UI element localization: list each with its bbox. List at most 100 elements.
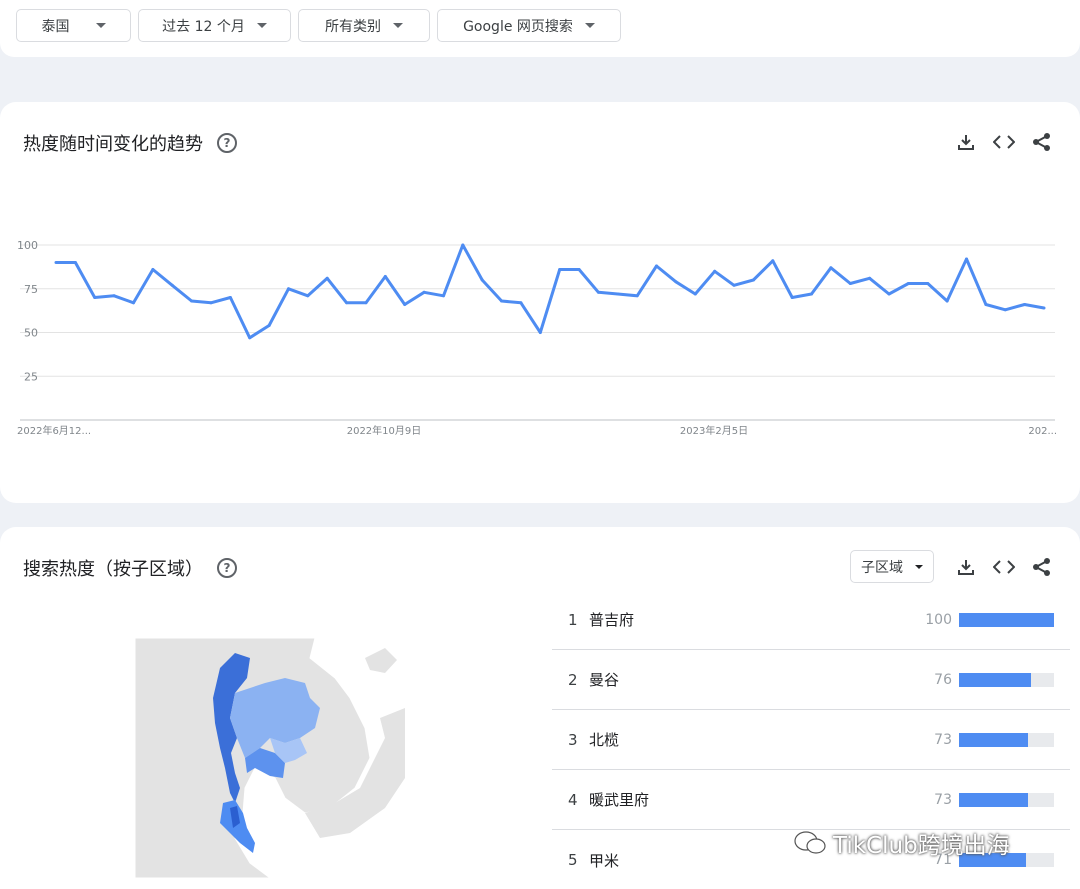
trend-point[interactable] xyxy=(248,336,252,340)
trend-point[interactable] xyxy=(461,243,465,247)
list-item[interactable]: 2 曼谷 76 xyxy=(552,650,1070,710)
trend-point[interactable] xyxy=(500,299,504,303)
trend-point[interactable] xyxy=(1042,306,1046,310)
trend-point[interactable] xyxy=(151,268,155,271)
trend-point[interactable] xyxy=(1023,303,1027,306)
list-item[interactable]: 1 普吉府 100 xyxy=(552,590,1070,650)
trend-point[interactable] xyxy=(790,296,794,299)
embed-code-icon[interactable] xyxy=(992,555,1016,579)
y-tick-label: 75 xyxy=(24,283,38,296)
region-filter[interactable]: 泰国 xyxy=(16,9,131,42)
value-bar xyxy=(959,612,1054,627)
list-item[interactable]: 3 北榄 73 xyxy=(552,710,1070,770)
trend-point[interactable] xyxy=(480,278,484,282)
y-tick-label: 50 xyxy=(24,327,38,340)
trend-point[interactable] xyxy=(209,301,213,305)
trend-series-line[interactable] xyxy=(56,243,1045,340)
trend-point[interactable] xyxy=(596,290,600,294)
value-bar xyxy=(959,732,1054,747)
trend-point[interactable] xyxy=(558,268,562,271)
trend-point[interactable] xyxy=(306,294,310,298)
trend-point[interactable] xyxy=(190,299,194,303)
region-name[interactable]: 暖武里府 xyxy=(589,789,649,810)
trend-point[interactable] xyxy=(228,296,232,299)
trend-point[interactable] xyxy=(325,276,329,280)
trend-point[interactable] xyxy=(345,301,349,305)
time-filter-label: 过去 12 个月 xyxy=(162,18,245,35)
subregion-dropdown-label: 子区域 xyxy=(861,559,903,576)
download-icon[interactable] xyxy=(954,130,978,154)
trend-point[interactable] xyxy=(751,278,755,282)
share-icon[interactable] xyxy=(1030,555,1054,579)
trend-point[interactable] xyxy=(771,259,775,263)
trend-point[interactable] xyxy=(655,264,659,268)
trend-point[interactable] xyxy=(635,294,639,298)
trend-point[interactable] xyxy=(906,282,910,285)
trend-point[interactable] xyxy=(93,296,97,299)
download-icon[interactable] xyxy=(954,555,978,579)
trend-point[interactable] xyxy=(848,282,852,285)
trend-point[interactable] xyxy=(868,276,872,280)
trend-point[interactable] xyxy=(984,303,988,306)
trend-point[interactable] xyxy=(945,299,949,303)
trend-point[interactable] xyxy=(732,283,736,287)
rank-value: 73 xyxy=(934,791,952,808)
value-bar-fill xyxy=(959,732,1029,747)
trend-point[interactable] xyxy=(170,283,174,287)
y-tick-label: 100 xyxy=(17,239,38,252)
trend-point[interactable] xyxy=(926,282,930,285)
trend-point[interactable] xyxy=(965,257,969,261)
chevron-down-icon xyxy=(95,23,106,28)
rank-number: 1 xyxy=(568,610,578,629)
region-map[interactable] xyxy=(135,638,405,878)
search-type-filter[interactable]: Google 网页搜索 xyxy=(437,9,621,42)
region-name[interactable]: 甲米 xyxy=(589,850,619,871)
chevron-down-icon xyxy=(915,564,923,569)
trend-point[interactable] xyxy=(286,287,290,291)
region-name[interactable]: 曼谷 xyxy=(589,669,619,690)
list-item[interactable]: 4 暖武里府 73 xyxy=(552,770,1070,830)
trend-point[interactable] xyxy=(810,292,814,296)
trend-point[interactable] xyxy=(616,292,620,296)
region-name[interactable]: 北榄 xyxy=(589,729,619,750)
trend-point[interactable] xyxy=(422,290,426,294)
help-icon[interactable]: ? xyxy=(217,558,237,578)
trend-point[interactable] xyxy=(519,301,523,305)
card-tools xyxy=(954,130,1054,154)
card-title: 热度随时间变化的趋势 ? xyxy=(23,130,237,156)
trend-point[interactable] xyxy=(693,292,697,296)
trend-point[interactable] xyxy=(538,331,542,334)
trend-point[interactable] xyxy=(829,266,833,270)
value-bar xyxy=(959,672,1054,687)
region-title: 搜索热度（按子区域） xyxy=(23,559,203,580)
rank-number: 4 xyxy=(568,790,578,809)
trend-point[interactable] xyxy=(441,294,445,298)
time-filter[interactable]: 过去 12 个月 xyxy=(138,9,291,42)
trend-point[interactable] xyxy=(713,269,717,273)
region-name[interactable]: 普吉府 xyxy=(589,609,634,630)
trend-point[interactable] xyxy=(73,261,77,264)
category-filter[interactable]: 所有类别 xyxy=(298,9,430,42)
share-icon[interactable] xyxy=(1030,130,1054,154)
trend-point[interactable] xyxy=(577,268,581,271)
category-filter-label: 所有类别 xyxy=(325,18,381,35)
trend-point[interactable] xyxy=(403,303,407,306)
trend-point[interactable] xyxy=(364,301,368,305)
trend-point[interactable] xyxy=(674,280,678,284)
interest-over-time-card: 热度随时间变化的趋势 ? 100 75 50 25 2022年6月12... 2022年1… xyxy=(0,102,1080,503)
trend-point[interactable] xyxy=(887,292,891,296)
trend-point[interactable] xyxy=(1003,308,1007,312)
rank-number: 3 xyxy=(568,730,578,749)
help-icon[interactable]: ? xyxy=(217,133,237,153)
trend-point[interactable] xyxy=(112,294,116,298)
embed-code-icon[interactable] xyxy=(992,130,1016,154)
chevron-down-icon xyxy=(393,23,403,28)
subregion-dropdown[interactable]: 子区域 xyxy=(850,550,934,583)
trend-point[interactable] xyxy=(383,275,387,278)
trend-title: 热度随时间变化的趋势 xyxy=(23,134,203,155)
trend-point[interactable] xyxy=(54,261,58,264)
x-tick-label: 202... xyxy=(1028,426,1057,437)
trend-point[interactable] xyxy=(267,324,271,327)
filter-bar: 泰国 过去 12 个月 所有类别 Google 网页搜索 xyxy=(0,0,1080,57)
trend-point[interactable] xyxy=(131,301,135,305)
